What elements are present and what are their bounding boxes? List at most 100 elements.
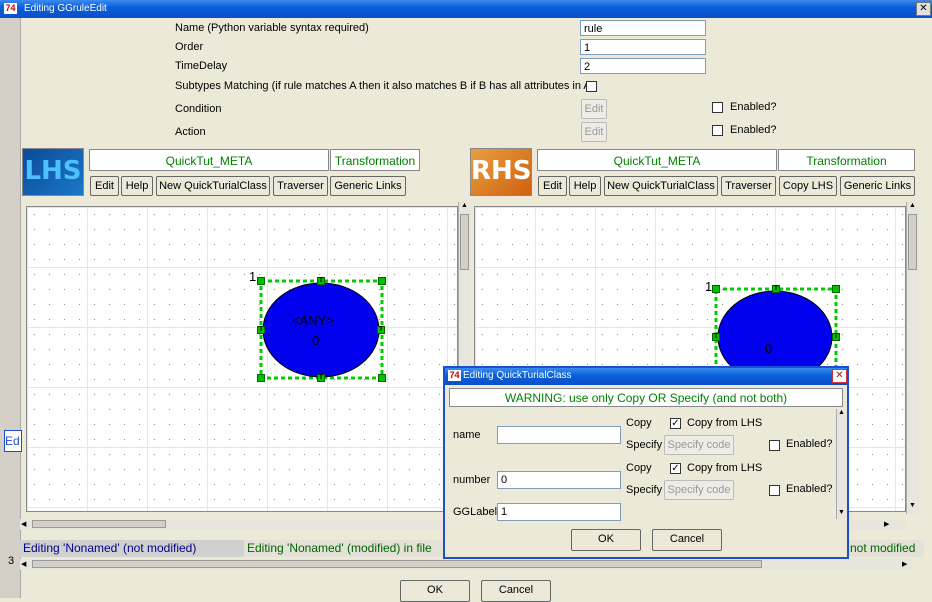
- name-input[interactable]: rule: [580, 20, 706, 36]
- lhs-generic-links-button[interactable]: Generic Links: [330, 176, 406, 196]
- scroll-right-icon[interactable]: ▶: [884, 520, 889, 528]
- lhs-transformation-label: Transformation: [330, 149, 420, 171]
- timedelay-input[interactable]: 2: [580, 58, 706, 74]
- rhs-node-value: 0: [765, 341, 773, 356]
- lhs-port-marker[interactable]: T: [317, 277, 325, 285]
- rhs-copy-lhs-button[interactable]: Copy LHS: [779, 176, 837, 196]
- copy-from-lhs-label: Copy from LHS: [687, 462, 763, 474]
- subtypes-label: Subtypes Matching (if rule matches A the…: [175, 80, 595, 92]
- rhs-vertical-scrollbar[interactable]: ▲ ▼: [906, 202, 919, 514]
- rhs-new-class-button[interactable]: New QuickTurialClass: [604, 176, 718, 196]
- lhs-resize-handle[interactable]: [257, 277, 265, 285]
- close-icon[interactable]: ✕: [916, 2, 931, 16]
- scroll-thumb[interactable]: [32, 520, 166, 528]
- copy-from-lhs-label: Copy from LHS: [687, 417, 763, 429]
- condition-edit-button[interactable]: Edit: [581, 99, 607, 119]
- background-number: 3: [8, 555, 15, 567]
- rhs-generic-links-button[interactable]: Generic Links: [840, 176, 915, 196]
- lhs-help-button[interactable]: Help: [121, 176, 153, 196]
- action-enabled-label: Enabled?: [730, 124, 777, 136]
- rhs-meta-label: QuickTut_META: [537, 149, 777, 171]
- copy-from-lhs-checkbox[interactable]: ✓: [670, 463, 681, 474]
- specify-code-button[interactable]: Specify code: [664, 435, 734, 455]
- lhs-canvas[interactable]: 1 <ANY> 0 T T T T: [26, 206, 458, 512]
- scroll-thumb[interactable]: [460, 214, 469, 270]
- dialog-enabled-checkbox[interactable]: [769, 485, 780, 496]
- scroll-thumb[interactable]: [908, 214, 917, 270]
- action-enabled-checkbox[interactable]: [712, 125, 723, 136]
- rhs-logo: RHS: [470, 148, 532, 196]
- rhs-transformation-label: Transformation: [778, 149, 915, 171]
- dialog-ok-button[interactable]: OK: [571, 529, 641, 551]
- dialog-copy-label: Copy: [626, 462, 652, 474]
- lhs-graph: [259, 279, 384, 380]
- rhs-edit-button[interactable]: Edit: [538, 176, 567, 196]
- condition-enabled-label: Enabled?: [730, 101, 777, 113]
- copy-from-lhs-checkbox[interactable]: ✓: [670, 418, 681, 429]
- lhs-node-type: <ANY>: [292, 313, 334, 328]
- rhs-port-marker[interactable]: T: [772, 285, 780, 293]
- scroll-thumb[interactable]: [32, 560, 762, 568]
- app-icon: 74: [4, 3, 17, 14]
- status-right: not modified: [848, 540, 924, 557]
- dialog-specify-label: Specify: [626, 439, 663, 451]
- dialog-copy-label: Copy: [626, 417, 652, 429]
- lhs-resize-handle[interactable]: [378, 374, 386, 382]
- lhs-edit-button[interactable]: Edit: [90, 176, 119, 196]
- background-window-strip: [0, 18, 21, 598]
- subtypes-checkbox[interactable]: [586, 81, 597, 92]
- dialog-gglabel-input[interactable]: 1: [497, 503, 621, 521]
- main-cancel-button[interactable]: Cancel: [481, 580, 551, 602]
- rhs-help-button[interactable]: Help: [569, 176, 601, 196]
- dialog-title: Editing QuickTurialClass: [463, 370, 572, 381]
- dialog-enabled-label: Enabled?: [786, 438, 833, 450]
- specify-code-button[interactable]: Specify code: [664, 480, 734, 500]
- rhs-traverser-button[interactable]: Traverser: [721, 176, 776, 196]
- lhs-port-marker[interactable]: T: [317, 374, 325, 382]
- action-edit-button[interactable]: Edit: [581, 122, 607, 142]
- lhs-meta-label: QuickTut_META: [89, 149, 329, 171]
- lhs-port-marker[interactable]: T: [257, 326, 265, 334]
- dialog-warning: WARNING: use only Copy OR Specify (and n…: [449, 388, 843, 407]
- dialog-number-input[interactable]: 0: [497, 471, 621, 489]
- scroll-right-icon[interactable]: ▶: [902, 560, 907, 568]
- lhs-resize-handle[interactable]: [378, 277, 386, 285]
- rhs-port-marker[interactable]: T: [832, 333, 840, 341]
- scroll-up-icon[interactable]: ▲: [838, 409, 845, 416]
- timedelay-label: TimeDelay: [175, 60, 228, 72]
- dialog-vertical-scrollbar[interactable]: ▲ ▼: [836, 409, 847, 519]
- main-ok-button[interactable]: OK: [400, 580, 470, 602]
- dialog-name-label: name: [453, 429, 481, 441]
- lhs-port-marker[interactable]: T: [377, 326, 385, 334]
- dialog-enabled-checkbox[interactable]: [769, 440, 780, 451]
- dialog-gglabel-label: GGLabel: [453, 506, 498, 518]
- main-horizontal-scrollbar[interactable]: ◀ ▶: [20, 559, 912, 570]
- scroll-down-icon[interactable]: ▼: [838, 509, 845, 516]
- lhs-traverser-button[interactable]: Traverser: [273, 176, 328, 196]
- dialog-name-input[interactable]: [497, 426, 621, 444]
- scroll-left-icon[interactable]: ◀: [21, 520, 26, 528]
- order-label: Order: [175, 41, 204, 53]
- lhs-node-value: 0: [312, 333, 320, 348]
- rhs-port-marker[interactable]: T: [712, 333, 720, 341]
- order-input[interactable]: 1: [580, 39, 706, 55]
- lhs-logo: LHS: [22, 148, 84, 196]
- rhs-horizontal-scrollbar[interactable]: ▶: [850, 519, 906, 530]
- lhs-new-class-button[interactable]: New QuickTurialClass: [156, 176, 270, 196]
- condition-label: Condition: [175, 103, 222, 115]
- scroll-up-icon[interactable]: ▲: [461, 202, 468, 209]
- rhs-resize-handle[interactable]: [832, 285, 840, 293]
- lhs-resize-handle[interactable]: [257, 374, 265, 382]
- dialog-close-icon[interactable]: ✕: [832, 369, 847, 383]
- scroll-left-icon[interactable]: ◀: [21, 560, 26, 568]
- scroll-up-icon[interactable]: ▲: [909, 202, 916, 209]
- dialog-specify-label: Specify: [626, 484, 663, 496]
- lhs-horizontal-scrollbar[interactable]: ◀: [20, 519, 458, 530]
- dialog-enabled-label: Enabled?: [786, 483, 833, 495]
- dialog-titlebar: 74 Editing QuickTurialClass ✕: [445, 368, 847, 385]
- name-label: Name (Python variable syntax required): [175, 22, 369, 34]
- scroll-down-icon[interactable]: ▼: [909, 502, 916, 509]
- rhs-resize-handle[interactable]: [712, 285, 720, 293]
- dialog-cancel-button[interactable]: Cancel: [652, 529, 722, 551]
- condition-enabled-checkbox[interactable]: [712, 102, 723, 113]
